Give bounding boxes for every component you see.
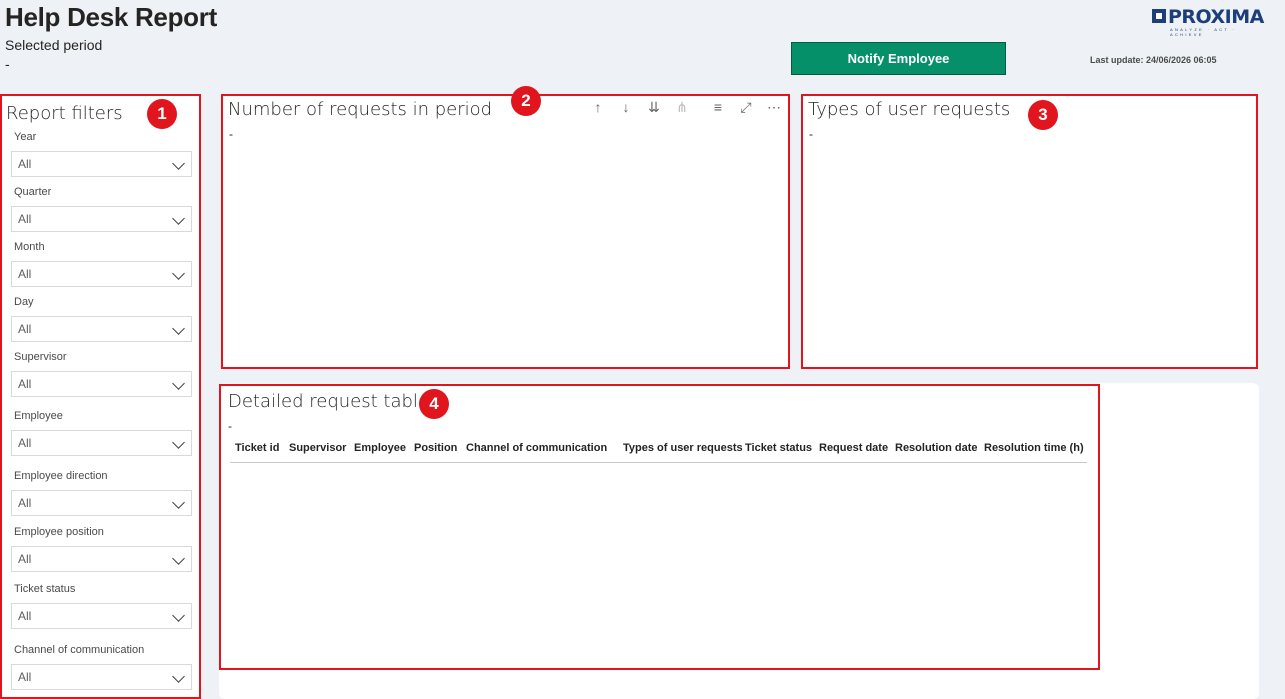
filter-label: Employee direction — [14, 470, 108, 482]
callout-badge-1: 1 — [147, 99, 177, 129]
selected-period-value: - — [5, 56, 10, 72]
filter-label: Year — [14, 131, 37, 143]
callout-badge-2: 2 — [511, 86, 541, 116]
dropdown-value: All — [18, 609, 32, 623]
chevron-down-icon — [172, 496, 185, 509]
dropdown-value: All — [18, 212, 32, 226]
dropdown-value: All — [18, 267, 32, 281]
quarter-dropdown[interactable]: All — [11, 206, 192, 232]
last-update-text: Last update: 24/06/2026 06:05 — [1090, 55, 1217, 65]
detail-panel-subtitle: - — [228, 419, 232, 433]
filter-label: Supervisor — [14, 351, 67, 363]
filter-label: Employee position — [14, 526, 104, 538]
filter-label: Month — [14, 241, 45, 253]
requests-panel-subtitle: - — [229, 127, 233, 141]
requests-in-period-panel: Number of requests in period - ↑ ↓ ⇊ ⋔ ≡… — [221, 94, 790, 369]
chevron-down-icon — [172, 377, 185, 390]
filter-channel-of-communication: Channel of communication All — [11, 644, 192, 690]
types-panel-subtitle: - — [809, 127, 813, 141]
dropdown-value: All — [18, 670, 32, 684]
column-header-ticket-id[interactable]: Ticket id — [230, 439, 284, 462]
page-title: Help Desk Report — [5, 2, 217, 32]
chevron-down-icon — [172, 322, 185, 335]
dropdown-value: All — [18, 322, 32, 336]
dropdown-value: All — [18, 377, 32, 391]
sort-descending-icon[interactable]: ↓ — [617, 98, 635, 116]
focus-mode-icon[interactable]: ⤢ — [737, 98, 755, 116]
filter-month: Month All — [11, 241, 192, 287]
month-dropdown[interactable]: All — [11, 261, 192, 287]
column-header-request-date[interactable]: Request date — [814, 439, 890, 462]
dropdown-value: All — [18, 157, 32, 171]
chevron-down-icon — [172, 267, 185, 280]
detail-panel-title: Detailed request table — [228, 391, 429, 412]
chevron-down-icon — [172, 552, 185, 565]
logo-mark-icon — [1152, 9, 1166, 23]
column-header-ticket-status[interactable]: Ticket status — [740, 439, 814, 462]
table-header-row: Ticket id Supervisor Employee Position C… — [230, 439, 1087, 463]
dropdown-value: All — [18, 436, 32, 450]
column-header-channel-of-communication[interactable]: Channel of communication — [461, 439, 618, 462]
drill-down-all-icon[interactable]: ⇊ — [645, 98, 663, 116]
channel-of-communication-dropdown[interactable]: All — [11, 664, 192, 690]
detailed-request-table-panel: Detailed request table - Ticket id Super… — [219, 384, 1100, 670]
chevron-down-icon — [172, 212, 185, 225]
chevron-down-icon — [172, 670, 185, 683]
column-header-position[interactable]: Position — [409, 439, 461, 462]
requests-panel-title: Number of requests in period — [228, 99, 493, 120]
proxima-logo: PROXIMA ANALYZE · ACT · ACHIEVE — [1150, 6, 1264, 37]
supervisor-dropdown[interactable]: All — [11, 371, 192, 397]
column-header-employee[interactable]: Employee — [349, 439, 409, 462]
column-header-resolution-time[interactable]: Resolution time (h) — [979, 439, 1084, 462]
employee-position-dropdown[interactable]: All — [11, 546, 192, 572]
filter-employee: Employee All — [11, 410, 192, 456]
column-header-resolution-date[interactable]: Resolution date — [890, 439, 979, 462]
filter-quarter: Quarter All — [11, 186, 192, 232]
filter-employee-position: Employee position All — [11, 526, 192, 572]
column-header-supervisor[interactable]: Supervisor — [284, 439, 349, 462]
sort-ascending-icon[interactable]: ↑ — [589, 98, 607, 116]
filter-ticket-status: Ticket status All — [11, 583, 192, 629]
logo-wordmark: PROXIMA — [1168, 6, 1264, 28]
report-filters-panel: Report filters Year All Quarter All Mont… — [0, 94, 201, 699]
filter-supervisor: Supervisor All — [11, 351, 192, 397]
ticket-status-dropdown[interactable]: All — [11, 603, 192, 629]
chevron-down-icon — [172, 157, 185, 170]
logo-tagline: ANALYZE · ACT · ACHIEVE — [1170, 27, 1237, 37]
filter-label: Ticket status — [14, 583, 76, 595]
filter-year: Year All — [11, 131, 192, 177]
filter-icon[interactable]: ≡ — [709, 98, 727, 116]
filter-day: Day All — [11, 296, 192, 342]
filter-label: Quarter — [14, 186, 52, 198]
callout-badge-3: 3 — [1028, 100, 1058, 130]
employee-dropdown[interactable]: All — [11, 430, 192, 456]
employee-direction-dropdown[interactable]: All — [11, 490, 192, 516]
visual-toolbar: ↑ ↓ ⇊ ⋔ ≡ ⤢ ⋯ — [589, 98, 783, 116]
dropdown-value: All — [18, 496, 32, 510]
filter-label: Channel of communication — [14, 644, 145, 656]
chevron-down-icon — [172, 436, 185, 449]
day-dropdown[interactable]: All — [11, 316, 192, 342]
filter-label: Day — [14, 296, 34, 308]
report-filters-title: Report filters — [6, 103, 123, 124]
column-header-types-of-user-requests[interactable]: Types of user requests — [618, 439, 743, 462]
types-of-user-requests-panel: Types of user requests - — [801, 94, 1258, 369]
more-options-icon[interactable]: ⋯ — [765, 98, 783, 116]
dropdown-value: All — [18, 552, 32, 566]
expand-hierarchy-icon[interactable]: ⋔ — [673, 98, 691, 116]
filter-label: Employee — [14, 410, 63, 422]
notify-employee-button[interactable]: Notify Employee — [791, 42, 1006, 75]
selected-period-label: Selected period — [5, 37, 103, 53]
chevron-down-icon — [172, 609, 185, 622]
types-panel-title: Types of user requests — [808, 99, 1011, 120]
filter-employee-direction: Employee direction All — [11, 470, 192, 516]
callout-badge-4: 4 — [419, 389, 449, 419]
year-dropdown[interactable]: All — [11, 151, 192, 177]
